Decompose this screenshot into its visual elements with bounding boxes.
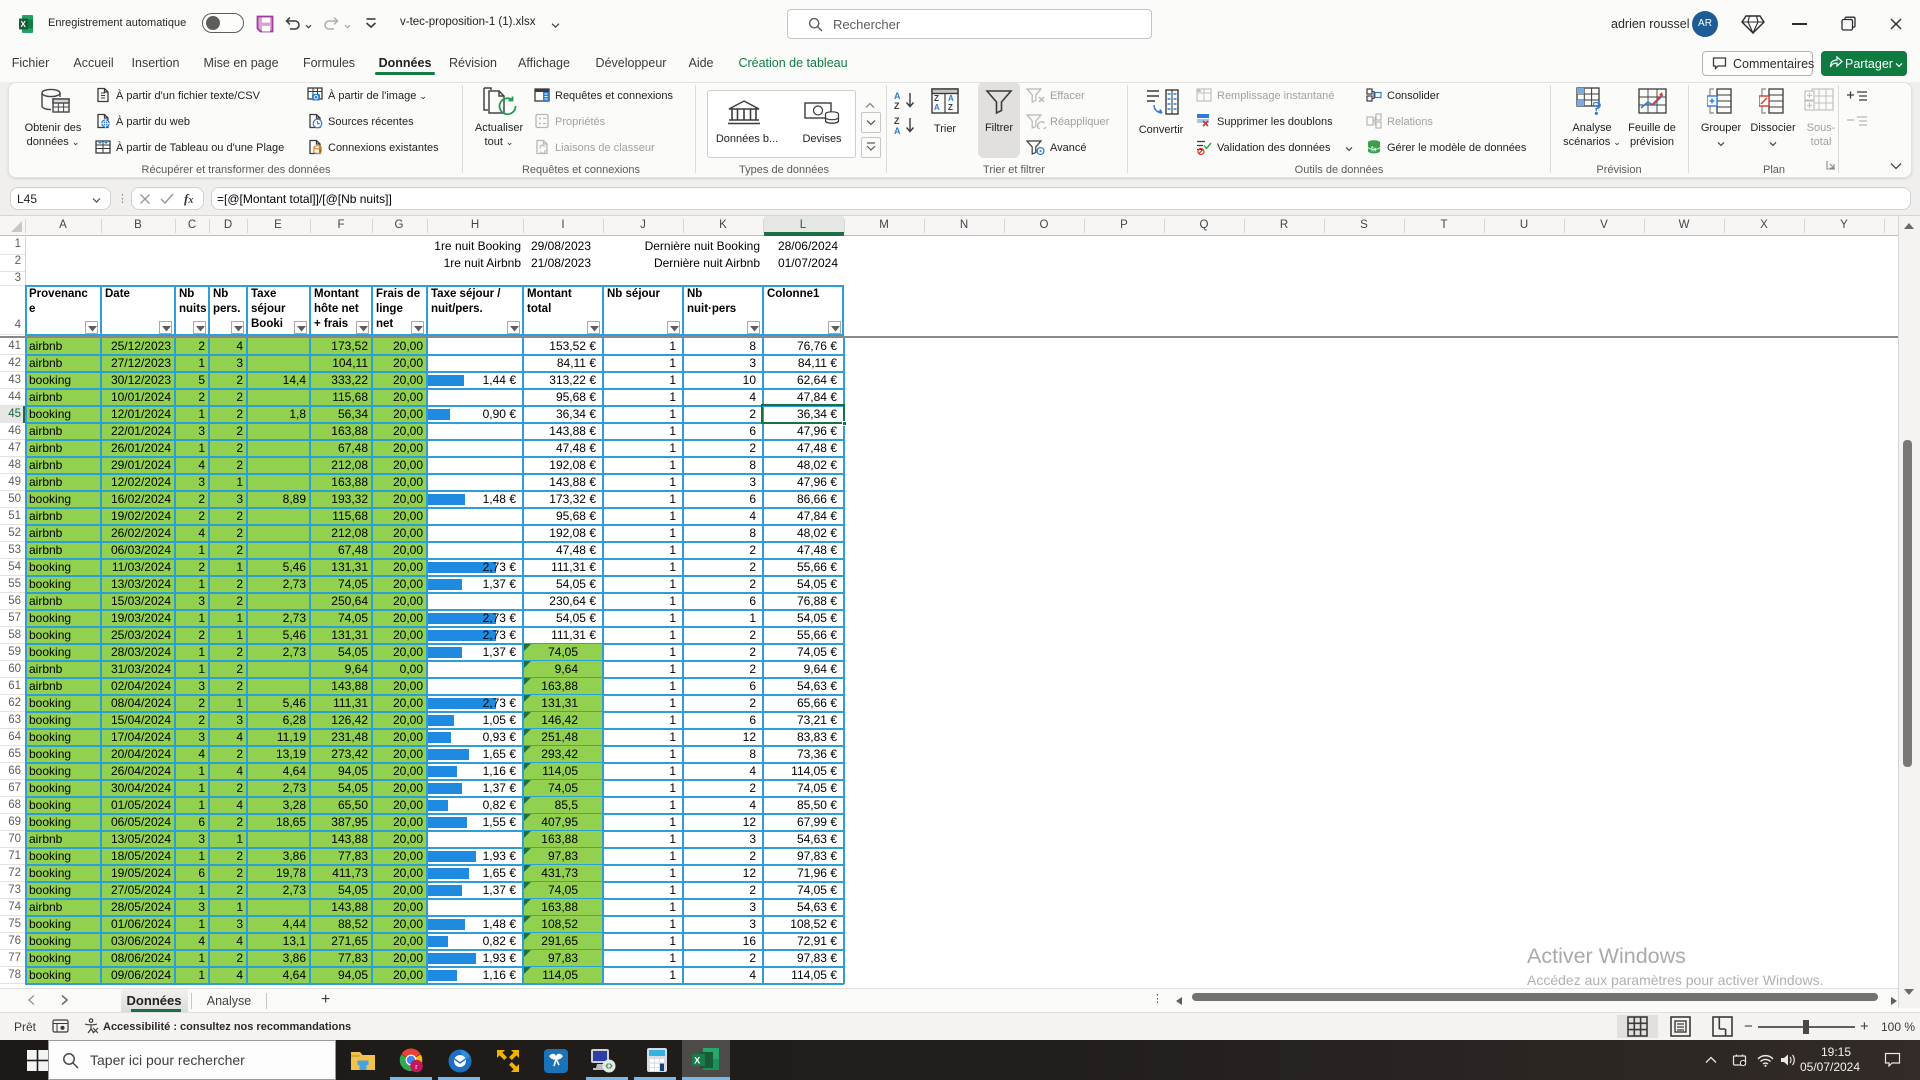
svg-text:A: A [894, 126, 901, 136]
svg-text:A: A [894, 91, 901, 101]
svg-text:A: A [948, 94, 954, 103]
svg-text:A: A [934, 103, 940, 112]
svg-text:?: ? [1592, 98, 1602, 117]
svg-text:Z: Z [894, 101, 900, 111]
svg-text:fx: fx [1371, 147, 1377, 154]
svg-text:X: X [694, 1056, 701, 1067]
svg-text:Z: Z [894, 116, 900, 126]
svg-text:X: X [21, 20, 27, 29]
svg-text:Z: Z [934, 94, 939, 103]
svg-text:Z: Z [948, 103, 953, 112]
